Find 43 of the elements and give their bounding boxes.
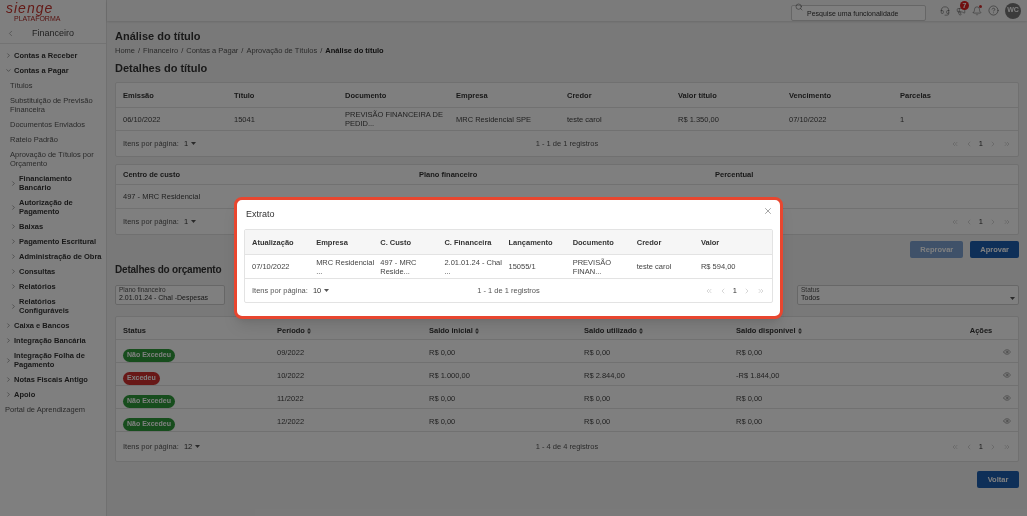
chevron-right-icon (10, 253, 17, 260)
sort-icon[interactable] (306, 327, 311, 334)
view-icon[interactable] (1003, 394, 1011, 402)
view-icon[interactable] (1003, 348, 1011, 356)
chevron-right-icon (10, 268, 17, 275)
caret-down-icon (195, 445, 201, 448)
caret-down-icon (191, 142, 197, 145)
sort-icon[interactable] (638, 327, 643, 334)
caret-down-icon (324, 289, 330, 292)
sort-icon[interactable] (474, 327, 479, 334)
chevrons-left-icon[interactable] (704, 286, 713, 295)
megaphone-icon[interactable] (956, 5, 966, 16)
chevron-right-icon (5, 391, 12, 398)
caret-down-icon (1010, 297, 1015, 300)
close-icon[interactable] (763, 206, 773, 216)
headset-icon[interactable] (940, 5, 950, 16)
sidebar-title: Financeiro (31, 26, 75, 40)
chevron-right-icon (10, 283, 17, 290)
chevron-right-icon (5, 52, 12, 59)
chevron-right-icon (5, 356, 12, 364)
chevron-right-icon (5, 337, 12, 344)
chevron-right-icon[interactable] (743, 286, 751, 295)
caret-down-icon (191, 220, 197, 223)
chevron-right-icon (10, 179, 17, 187)
chevron-right-icon (10, 203, 17, 211)
view-icon[interactable] (1003, 417, 1011, 425)
bell-icon[interactable] (972, 5, 982, 16)
logo[interactable]: sienge (6, 1, 106, 15)
chevron-right-icon (10, 223, 17, 230)
page-title: Análise do título (115, 29, 202, 43)
chevron-right-icon (10, 302, 17, 310)
back-icon[interactable] (6, 29, 15, 38)
chevron-down-icon (5, 67, 12, 74)
help-icon[interactable] (988, 5, 999, 16)
chevron-right-icon (5, 322, 12, 329)
chevron-right-icon (10, 238, 17, 245)
chevron-right-icon (5, 376, 12, 383)
dialog-title: Extrato (246, 208, 275, 220)
section-heading: Detalhes do orçamento (115, 263, 222, 277)
view-icon[interactable] (1003, 371, 1011, 379)
sort-icon[interactable] (797, 327, 802, 334)
chevrons-right-icon[interactable] (757, 286, 765, 295)
section-heading: Detalhes do título (115, 61, 209, 75)
